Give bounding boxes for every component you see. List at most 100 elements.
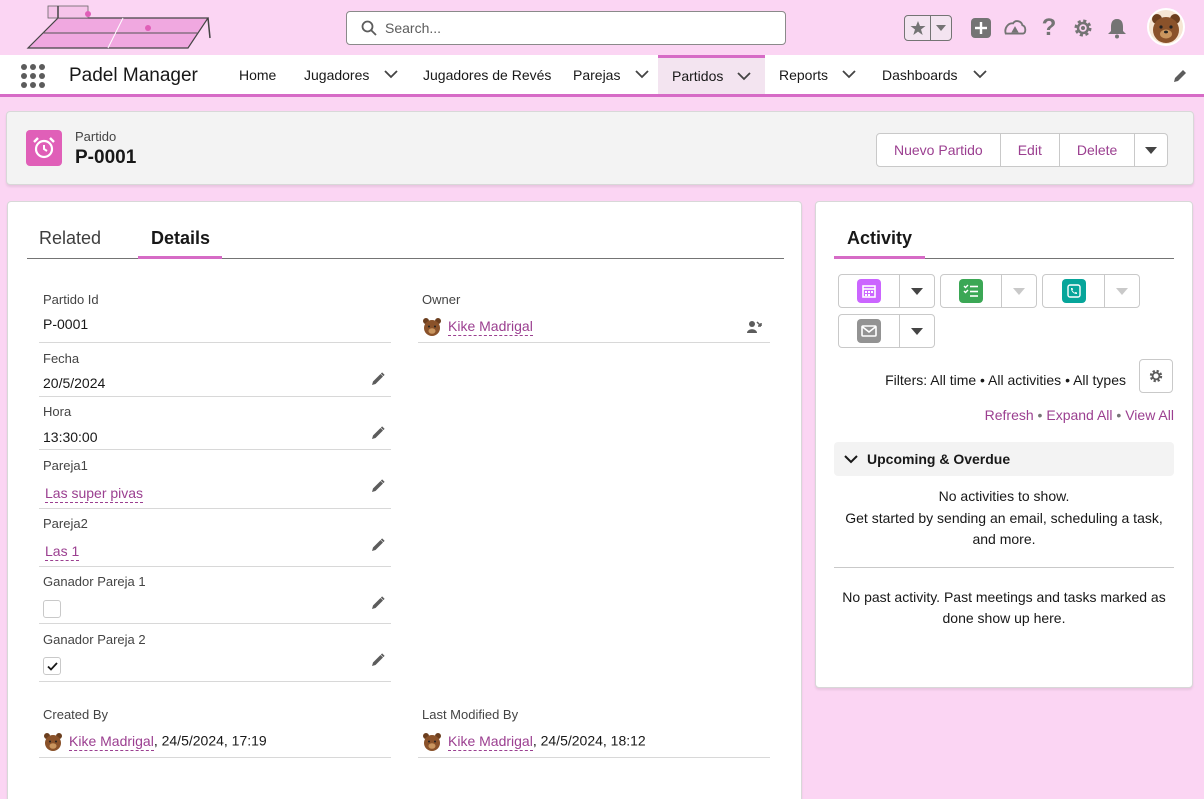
new-event-publisher[interactable] <box>838 274 935 308</box>
activity-settings-button[interactable] <box>1139 359 1173 393</box>
section-title: Upcoming & Overdue <box>867 451 1011 467</box>
modified-date: , 24/5/2024, 18:12 <box>532 732 646 749</box>
created-by-user-link[interactable]: Kike Madrigal <box>69 732 154 751</box>
chevron-down-icon[interactable] <box>635 70 650 79</box>
tab-details[interactable]: Details <box>138 224 223 259</box>
field-label: Pareja1 <box>43 458 88 473</box>
link-separator: • <box>1033 407 1047 423</box>
favorites-button-group[interactable] <box>904 15 952 41</box>
app-navigation-bar: Padel Manager Home Jugadores Jugadores d… <box>0 55 1204 97</box>
edit-pareja2-pencil-icon[interactable] <box>371 538 385 552</box>
record-title: P-0001 <box>75 147 137 168</box>
edit-ganador2-pencil-icon[interactable] <box>371 653 385 667</box>
log-call-button[interactable] <box>1043 275 1105 307</box>
edit-hora-pencil-icon[interactable] <box>371 426 385 440</box>
app-launcher-icon[interactable] <box>21 64 45 88</box>
user-avatar[interactable] <box>1147 8 1185 46</box>
edit-nav-pencil-icon[interactable] <box>1172 68 1188 84</box>
nav-item-label: Home <box>239 66 277 83</box>
app-name: Padel Manager <box>69 65 198 86</box>
nav-item-label: Partidos <box>672 68 724 84</box>
nav-item-label: Reports <box>779 66 829 83</box>
nav-item-parejas[interactable]: Parejas <box>573 55 650 94</box>
owner-value: Kike Madrigal <box>422 317 533 337</box>
chevron-down-icon[interactable] <box>842 70 856 79</box>
alarm-clock-icon <box>26 130 62 166</box>
new-event-button[interactable] <box>839 275 901 307</box>
global-search-input[interactable]: Search... <box>346 11 786 45</box>
nav-item-jugadores[interactable]: Jugadores <box>304 55 399 94</box>
nav-item-jugadores-de-reves[interactable]: Jugadores de Revés <box>423 55 551 94</box>
email-publisher[interactable] <box>838 314 935 348</box>
star-icon[interactable] <box>905 16 931 40</box>
chevron-down-icon[interactable] <box>972 70 987 79</box>
no-activities-text: No activities to show. <box>938 488 1070 504</box>
phone-icon <box>1061 279 1086 303</box>
global-header: Search... ? <box>0 0 1204 55</box>
expand-all-link[interactable]: Expand All <box>1046 407 1112 423</box>
field-ganador-pareja-2: Ganador Pareja 2 <box>39 630 391 682</box>
view-all-link[interactable]: View All <box>1125 407 1174 423</box>
edit-button[interactable]: Edit <box>1000 133 1060 167</box>
gear-icon <box>1149 369 1163 383</box>
favorites-dropdown-icon[interactable] <box>931 16 951 40</box>
created-by-value: Kike Madrigal, 24/5/2024, 17:19 <box>43 732 267 752</box>
modified-by-user-link[interactable]: Kike Madrigal <box>448 732 533 751</box>
setup-gear-icon[interactable] <box>1071 16 1095 40</box>
chevron-down-icon <box>844 454 858 463</box>
notifications-bell-icon[interactable] <box>1105 16 1129 40</box>
user-avatar-icon <box>423 733 441 751</box>
field-ganador-pareja-1: Ganador Pareja 1 <box>39 572 391 624</box>
edit-ganador1-pencil-icon[interactable] <box>371 596 385 610</box>
nav-item-label: Dashboards <box>882 66 958 83</box>
owner-link[interactable]: Kike Madrigal <box>448 317 533 336</box>
link-separator: • <box>1112 407 1126 423</box>
chevron-down-icon[interactable] <box>900 315 934 347</box>
tab-related[interactable]: Related <box>39 224 101 259</box>
refresh-link[interactable]: Refresh <box>985 407 1034 423</box>
new-task-button[interactable] <box>941 275 1003 307</box>
nav-item-dashboards[interactable]: Dashboards <box>882 55 987 94</box>
chevron-down-icon[interactable] <box>384 70 399 79</box>
field-owner: Owner Kike Madrigal <box>418 290 770 343</box>
search-icon <box>361 20 377 36</box>
nav-item-reports[interactable]: Reports <box>779 55 856 94</box>
change-owner-icon[interactable] <box>746 319 762 335</box>
tab-activity[interactable]: Activity <box>834 224 926 259</box>
trailhead-icon[interactable] <box>1003 16 1027 40</box>
task-list-icon <box>959 279 984 303</box>
more-actions-button[interactable] <box>1135 133 1169 167</box>
field-hora: Hora 13:30:00 <box>39 402 391 450</box>
field-fecha: Fecha 20/5/2024 <box>39 349 391 397</box>
edit-fecha-pencil-icon[interactable] <box>371 372 385 386</box>
help-icon[interactable]: ? <box>1037 14 1061 41</box>
nav-item-label: Parejas <box>573 66 621 83</box>
pareja1-link[interactable]: Las super pivas <box>45 485 144 503</box>
field-pareja1: Pareja1 Las super pivas <box>39 456 391 509</box>
chevron-down-icon[interactable] <box>1105 275 1139 307</box>
calendar-icon <box>857 279 882 303</box>
field-value: P-0001 <box>43 316 89 332</box>
chevron-down-icon[interactable] <box>737 71 751 81</box>
upcoming-overdue-section[interactable]: Upcoming & Overdue <box>834 442 1174 476</box>
divider <box>834 567 1174 568</box>
record-tabs: Related Details <box>27 224 784 259</box>
nav-item-home[interactable]: Home <box>239 55 276 94</box>
get-started-text: Get started by sending an email, schedul… <box>845 510 1163 547</box>
activity-card: Activity Filters: All time • All activit… <box>815 201 1193 688</box>
ganador-pareja-2-checkbox[interactable] <box>43 657 61 675</box>
pareja2-link[interactable]: Las 1 <box>45 543 80 561</box>
edit-pareja1-pencil-icon[interactable] <box>371 479 385 493</box>
new-task-publisher[interactable] <box>940 274 1037 308</box>
add-icon[interactable] <box>969 16 993 40</box>
nuevo-partido-button[interactable]: Nuevo Partido <box>876 133 1001 167</box>
chevron-down-icon[interactable] <box>1002 275 1036 307</box>
delete-button[interactable]: Delete <box>1059 133 1136 167</box>
padel-court-logo[interactable] <box>18 4 218 52</box>
ganador-pareja-1-checkbox[interactable] <box>43 600 61 618</box>
field-partido-id: Partido Id P-0001 <box>39 290 391 343</box>
nav-item-partidos[interactable]: Partidos <box>658 55 765 94</box>
log-call-publisher[interactable] <box>1042 274 1140 308</box>
chevron-down-icon[interactable] <box>900 275 934 307</box>
send-email-button[interactable] <box>839 315 901 347</box>
